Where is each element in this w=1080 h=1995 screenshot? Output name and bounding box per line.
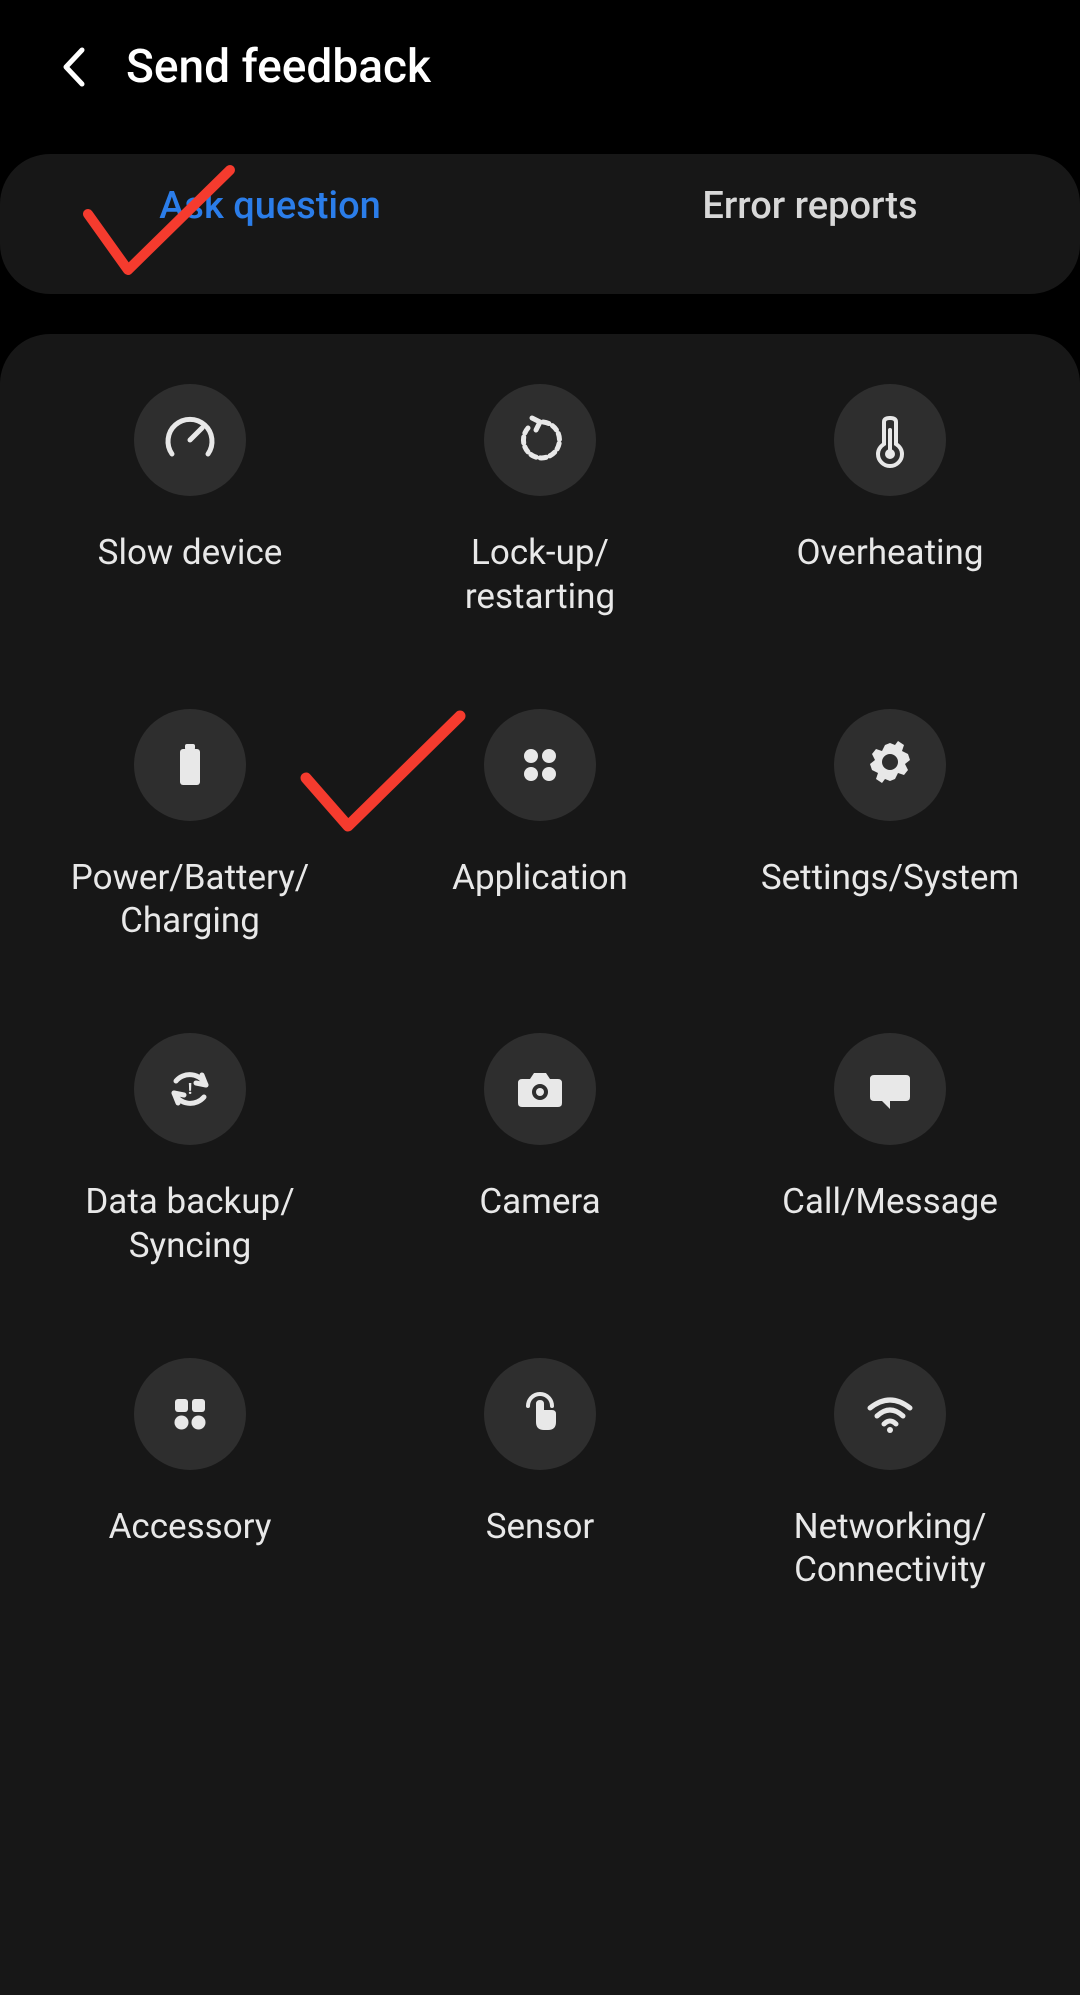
icon-circle [134,384,246,496]
category-label: Sensor [486,1505,595,1549]
back-button[interactable] [55,49,91,85]
category-power-battery[interactable]: Power/Battery/Charging [20,709,360,944]
grid-icon [162,1386,218,1442]
apps-icon [512,737,568,793]
icon-circle [834,1033,946,1145]
icon-circle [484,1033,596,1145]
icon-circle: ! [134,1033,246,1145]
category-networking[interactable]: Networking/Connectivity [720,1358,1060,1593]
category-label: Slow device [98,531,283,575]
icon-circle [834,709,946,821]
gear-icon [862,737,918,793]
category-label: Power/Battery/Charging [71,856,309,944]
category-label: Overheating [796,531,983,575]
category-application[interactable]: Application [370,709,710,944]
category-slow-device[interactable]: Slow device [20,384,360,619]
icon-circle [484,384,596,496]
thermometer-icon [862,412,918,468]
restart-icon [512,412,568,468]
category-accessory[interactable]: Accessory [20,1358,360,1593]
camera-icon [512,1061,568,1117]
icon-circle [834,384,946,496]
category-call-message[interactable]: Call/Message [720,1033,1060,1268]
chat-icon [862,1061,918,1117]
category-overheating[interactable]: Overheating [720,384,1060,619]
category-panel: Slow device Lock-up/restarting Overheati… [0,334,1080,1995]
icon-circle [484,709,596,821]
category-label: Lock-up/restarting [465,531,615,619]
category-label: Camera [479,1180,600,1224]
category-camera[interactable]: Camera [370,1033,710,1268]
category-label: Application [452,856,628,900]
speedometer-icon [162,412,218,468]
category-data-backup-syncing[interactable]: ! Data backup/Syncing [20,1033,360,1268]
category-label: Networking/Connectivity [794,1505,987,1593]
tab-bar: Ask question Error reports [0,154,1080,294]
icon-circle [834,1358,946,1470]
page-title: Send feedback [126,40,431,94]
category-label: Call/Message [782,1180,998,1224]
category-label: Accessory [109,1505,272,1549]
category-grid: Slow device Lock-up/restarting Overheati… [20,384,1060,1592]
back-arrow-icon [60,46,86,88]
svg-text:!: ! [188,1079,192,1098]
category-sensor[interactable]: Sensor [370,1358,710,1593]
icon-circle [484,1358,596,1470]
tab-error-reports[interactable]: Error reports [540,154,1080,294]
icon-circle [134,709,246,821]
wifi-icon [862,1386,918,1442]
tab-ask-question[interactable]: Ask question [0,154,540,294]
category-label: Settings/System [761,856,1019,900]
category-settings-system[interactable]: Settings/System [720,709,1060,944]
category-label: Data backup/Syncing [85,1180,294,1268]
touch-icon [512,1386,568,1442]
app-header: Send feedback [0,0,1080,134]
category-lockup-restarting[interactable]: Lock-up/restarting [370,384,710,619]
icon-circle [134,1358,246,1470]
battery-icon [162,737,218,793]
sync-icon: ! [162,1061,218,1117]
